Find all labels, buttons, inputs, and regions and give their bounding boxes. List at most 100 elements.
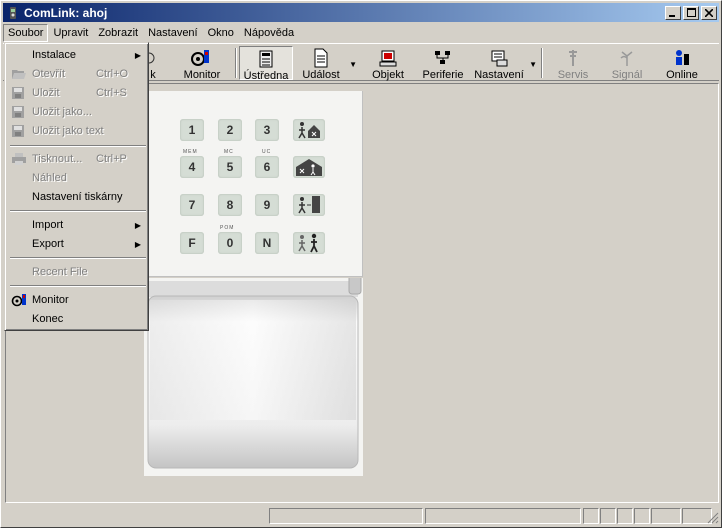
key-0[interactable]: 0 [218,232,242,254]
printer-icon [12,153,26,165]
save-icon [12,87,24,99]
key-arm-home[interactable] [293,156,325,178]
toolbar-periferie-label: Periferie [422,69,464,81]
peripherals-icon [435,51,450,64]
control-panel-icon [259,50,273,68]
status-pane [634,508,650,524]
menu-item-label: Recent File [32,266,88,278]
minimize-button[interactable] [665,5,681,20]
keypad-panel: 1 2 3 MEM MC UC 4 5 6 7 8 9 POM F 0 N [142,91,363,277]
person-door-icon [298,196,320,214]
two-persons-icon [298,233,318,253]
menu-item-label: Instalace [32,49,77,61]
open-folder-icon [12,70,26,79]
toolbar-servis-button[interactable]: Servis [551,46,595,81]
menu-okno[interactable]: Okno [203,24,239,42]
menu-item-label: Otevřít [32,68,66,80]
nastaveni-dropdown-arrow-icon[interactable]: ▼ [529,60,537,69]
toolbar-udalost-label: Událost [302,69,340,81]
menu-napoveda[interactable]: Nápověda [239,24,299,42]
status-pane [651,508,681,524]
key-7[interactable]: 7 [180,194,204,216]
keypad-cover-flap[interactable] [144,278,363,476]
window-title: ComLink: ahoj [24,5,108,20]
submenu-arrow-icon: ▶ [134,51,141,60]
object-icon [379,50,397,67]
menu-nastaveni[interactable]: Nastavení [143,24,203,42]
toolbar-signal-button[interactable]: Signál [605,46,649,81]
key-8[interactable]: 8 [218,194,242,216]
menu-item-label: Export [32,238,64,250]
key-4[interactable]: 4 [180,156,204,178]
toolbar-udalost-button[interactable]: Událost ▼ [297,46,357,81]
label-mc: MC [224,149,234,155]
close-button[interactable] [701,5,717,20]
menu-item-label: Uložit jako text [32,125,104,137]
toolbar-separator [235,48,237,78]
menu-item-export[interactable]: Export ▶ [8,235,147,254]
save-as-icon [12,106,24,118]
key-9[interactable]: 9 [255,194,279,216]
menu-item-ulozit[interactable]: Uložit Ctrl+S [8,84,147,103]
toolbar-online-button[interactable]: Online [659,46,705,81]
menu-item-recent-file[interactable]: Recent File [8,263,147,282]
toolbar-monitor-label: Monitor [183,69,221,81]
menu-item-label: Tisknout... [32,153,83,165]
toolbar-periferie-button[interactable]: Periferie [419,46,467,81]
toolbar-ustredna-button[interactable]: Ústředna [239,46,293,82]
udalost-dropdown-arrow-icon[interactable]: ▼ [349,60,357,69]
status-pane [425,508,581,524]
toolbar-ustredna-label: Ústředna [243,70,289,82]
key-exit[interactable] [293,194,325,216]
title-bar[interactable]: ComLink: ahoj [3,3,719,22]
menu-shortcut: Ctrl+O [96,68,129,80]
menu-separator [10,285,146,287]
menu-item-import[interactable]: Import ▶ [8,216,147,235]
document-icon [314,48,328,68]
submenu-arrow-icon: ▶ [134,221,141,230]
toolbar-monitor-button[interactable]: Monitor [179,46,225,81]
menu-shortcut: Ctrl+S [96,87,127,99]
key-3[interactable]: 3 [255,119,279,141]
menu-item-instalace[interactable]: Instalace ▶ [8,46,147,65]
label-pom: POM [220,225,235,231]
status-bar [3,506,719,525]
toolbar-objekt-button[interactable]: Objekt [367,46,409,81]
resize-grip-icon[interactable] [707,512,719,524]
menu-item-nastaveni-tiskarny[interactable]: Nastavení tiskárny [8,188,147,207]
key-arm-away[interactable] [293,119,325,141]
online-icon [676,50,689,65]
key-1[interactable]: 1 [180,119,204,141]
person-exit-house-icon [298,122,320,139]
toolbar-partial-label: k [150,69,156,81]
settings-icon [491,50,508,67]
menu-item-label: Konec [32,313,64,325]
key-disarm[interactable] [293,232,325,254]
menu-zobrazit[interactable]: Zobrazit [93,24,143,42]
menu-item-tisknout[interactable]: Tisknout... Ctrl+P [8,150,147,169]
menu-item-otevrit[interactable]: Otevřít Ctrl+O [8,65,147,84]
menu-item-konec[interactable]: Konec [8,310,147,329]
minimize-icon [669,14,675,17]
menu-item-ulozit-text[interactable]: Uložit jako text [8,122,147,141]
key-6[interactable]: 6 [255,156,279,178]
menu-upravit[interactable]: Upravit [48,24,93,42]
menu-separator [10,257,146,259]
toolbar-objekt-label: Objekt [372,69,404,81]
key-2[interactable]: 2 [218,119,242,141]
menu-item-ulozit-jako[interactable]: Uložit jako... [8,103,147,122]
label-mem: MEM [183,149,198,155]
menu-item-label: Uložit [32,87,60,99]
menu-item-nahled[interactable]: Náhled [8,169,147,188]
key-n[interactable]: N [255,232,279,254]
toolbar-nastaveni-button[interactable]: Nastavení ▼ [473,46,537,81]
menu-item-label: Uložit jako... [32,106,92,118]
maximize-button[interactable] [683,5,699,20]
key-f[interactable]: F [180,232,204,254]
menu-bar: Soubor Upravit Zobrazit Nastavení Okno N… [3,23,719,42]
menu-item-monitor[interactable]: Monitor [8,291,147,310]
toolbar-servis-label: Servis [557,69,589,81]
save-text-icon [12,125,24,137]
menu-soubor[interactable]: Soubor [3,23,49,42]
key-5[interactable]: 5 [218,156,242,178]
